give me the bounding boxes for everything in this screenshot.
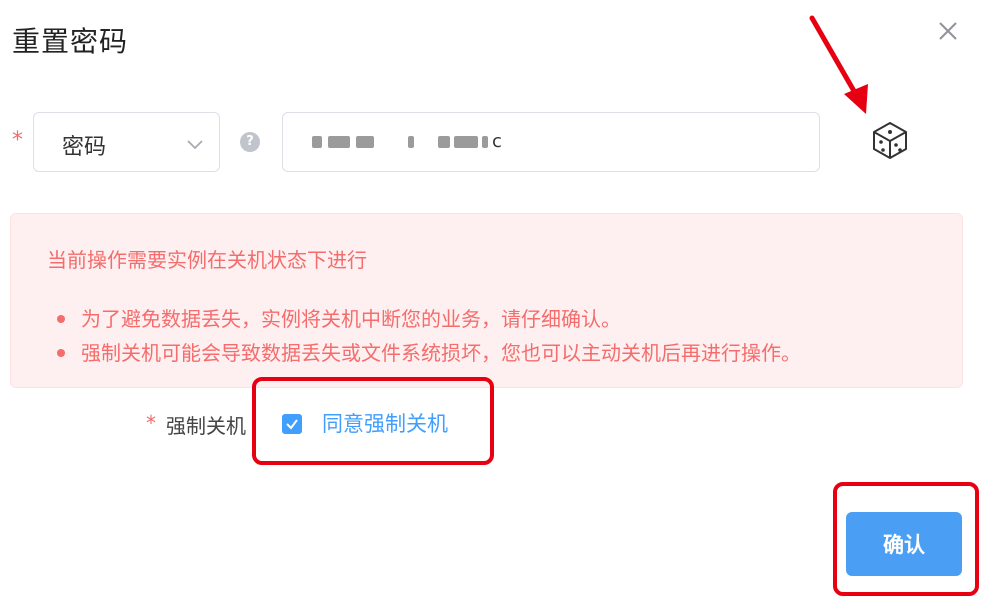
bullet-icon <box>57 349 65 357</box>
confirm-button[interactable]: 确认 <box>846 512 962 576</box>
alert-list: 为了避免数据丢失，实例将关机中断您的业务，请仔细确认。 强制关机可能会导致数据丢… <box>55 302 801 370</box>
chevron-down-icon <box>187 140 203 150</box>
credential-type-value: 密码 <box>62 135 107 160</box>
question-icon[interactable]: ? <box>240 132 260 152</box>
required-mark: * <box>12 128 23 153</box>
bullet-icon <box>57 315 65 323</box>
alert-item-text: 强制关机可能会导致数据丢失或文件系统损坏，您也可以主动关机后再进行操作。 <box>81 341 801 365</box>
alert-item: 为了避免数据丢失，实例将关机中断您的业务，请仔细确认。 <box>55 302 801 336</box>
credential-type-select[interactable]: 密码 <box>33 112 220 172</box>
alert-item-text: 为了避免数据丢失，实例将关机中断您的业务，请仔细确认。 <box>81 307 621 331</box>
required-mark: * <box>146 411 156 435</box>
reset-password-dialog: 重置密码 * 密码 ? c 当前操作需要实例在关机状态下进行 为了避免数据丢失，… <box>0 0 993 608</box>
close-icon[interactable] <box>935 18 961 44</box>
agree-force-shutdown-checkbox[interactable] <box>282 414 302 434</box>
force-shutdown-label: 强制关机 <box>166 414 246 438</box>
check-icon <box>286 419 298 430</box>
annotation-arrow <box>809 15 868 114</box>
dialog-title: 重置密码 <box>12 25 129 58</box>
alert-item: 强制关机可能会导致数据丢失或文件系统损坏，您也可以主动关机后再进行操作。 <box>55 336 801 370</box>
warning-alert: 当前操作需要实例在关机状态下进行 为了避免数据丢失，实例将关机中断您的业务，请仔… <box>10 213 963 388</box>
agree-force-shutdown-label[interactable]: 同意强制关机 <box>322 408 448 438</box>
alert-title: 当前操作需要实例在关机状态下进行 <box>47 248 367 272</box>
password-input[interactable] <box>282 112 820 172</box>
dice-icon[interactable] <box>868 118 912 162</box>
